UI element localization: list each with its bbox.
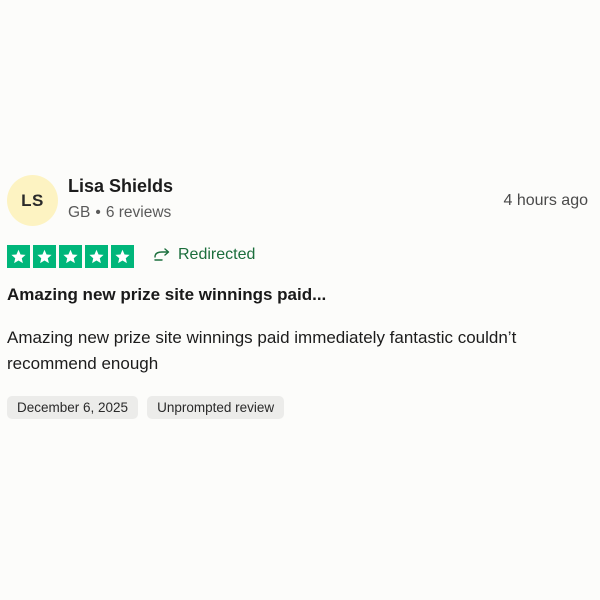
star-icon xyxy=(85,245,108,268)
redirected-label: Redirected xyxy=(178,246,256,263)
date-badge: December 6, 2025 xyxy=(7,396,139,419)
reviewer-country: GB xyxy=(68,204,91,221)
star-icon xyxy=(7,245,30,268)
reviewer-meta: GB • 6 reviews xyxy=(68,204,171,222)
star-icon xyxy=(111,245,134,268)
review-title[interactable]: Amazing new prize site winnings paid... xyxy=(7,285,326,305)
reviewer-review-count: 6 reviews xyxy=(105,204,172,221)
star-icon xyxy=(59,245,82,268)
avatar[interactable]: LS xyxy=(7,175,58,226)
unprompted-review-badge[interactable]: Unprompted review xyxy=(147,396,285,419)
star-icon xyxy=(33,245,56,268)
review-body: Amazing new prize site winnings paid imm… xyxy=(7,328,517,373)
redirect-arrow-icon xyxy=(153,248,171,262)
avatar-initials: LS xyxy=(21,190,44,210)
meta-separator: • xyxy=(95,204,101,221)
review-tags: December 6, 2025 Unprompted review xyxy=(7,396,285,419)
review-card: LS Lisa Shields GB • 6 reviews 4 hours a… xyxy=(0,0,600,600)
star-rating xyxy=(7,245,134,268)
redirected-status[interactable]: Redirected xyxy=(153,246,255,264)
reviewer-name[interactable]: Lisa Shields xyxy=(68,176,173,197)
review-timestamp: 4 hours ago xyxy=(503,192,588,209)
